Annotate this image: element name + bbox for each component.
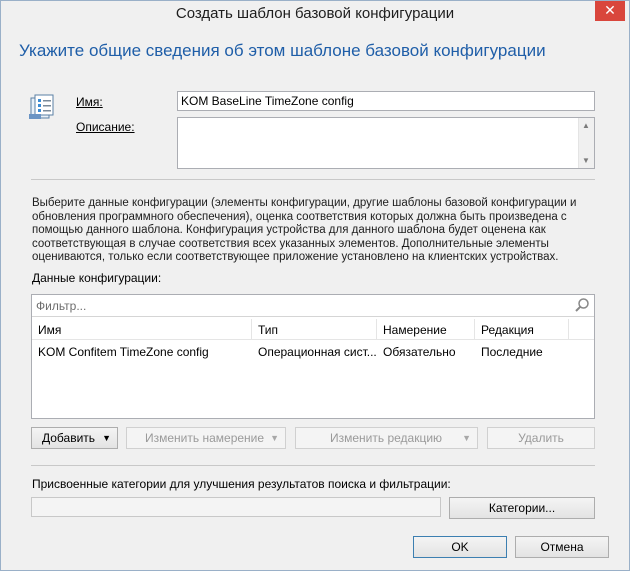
chevron-down-icon: ▼ [102,433,111,443]
separator [31,179,595,180]
add-button[interactable]: Добавить ▼ [31,427,118,449]
baseline-template-icon [29,94,54,119]
delete-button[interactable]: Удалить [487,427,595,449]
scroll-down-icon[interactable]: ▼ [582,156,590,165]
description-scrollbar[interactable]: ▲ ▼ [578,118,594,168]
name-label: Имя: [76,95,103,109]
search-icon[interactable] [574,297,590,313]
description-label: Описание: [76,120,135,134]
cell-intent: Обязательно [383,345,456,359]
config-data-label: Данные конфигурации: [32,271,162,285]
cell-type: Операционная сист... [258,345,376,359]
page-header: Укажите общие сведения об этом шаблоне б… [19,41,546,60]
change-revision-button[interactable]: Изменить редакцию ▼ [295,427,478,449]
close-button[interactable]: ✕ [595,1,625,21]
column-header-intent[interactable]: Намерение [377,319,475,340]
cancel-button[interactable]: Отмена [515,536,609,558]
change-intent-button[interactable]: Изменить намерение ▼ [126,427,286,449]
chevron-down-icon: ▼ [462,433,471,443]
name-input[interactable]: KOM BaseLine TimeZone config [177,91,595,111]
chevron-down-icon: ▼ [270,433,279,443]
add-button-label: Добавить [42,431,96,445]
column-header-type[interactable]: Тип [252,319,377,340]
description-textarea[interactable]: ▲ ▼ [177,117,595,169]
title-bar: Создать шаблон базовой конфигурации ✕ [1,1,629,29]
categories-button[interactable]: Категории... [449,497,595,519]
dialog-window: Создать шаблон базовой конфигурации ✕ Ук… [0,0,630,571]
change-intent-label: Изменить намерение [145,431,265,445]
config-data-list: Фильтр... Имя Тип Намерение Редакция KOM… [31,294,595,419]
change-revision-label: Изменить редакцию [330,431,443,445]
scroll-up-icon[interactable]: ▲ [582,121,590,130]
window-title: Создать шаблон базовой конфигурации [175,5,455,22]
categories-label: Присвоенные категории для улучшения резу… [32,477,451,491]
table-header: Имя Тип Намерение Редакция [32,319,594,340]
cell-name: KOM Confitem TimeZone config [38,345,209,359]
filter-input[interactable]: Фильтр... [32,295,594,317]
column-header-revision[interactable]: Редакция [475,319,569,340]
column-header-name[interactable]: Имя [32,319,252,340]
separator [31,465,595,466]
ok-button[interactable]: OK [413,536,507,558]
categories-field [31,497,441,517]
filter-placeholder: Фильтр... [36,299,87,313]
instructions-text: Выберите данные конфигурации (элементы к… [32,197,577,264]
cell-revision: Последние [481,345,543,359]
